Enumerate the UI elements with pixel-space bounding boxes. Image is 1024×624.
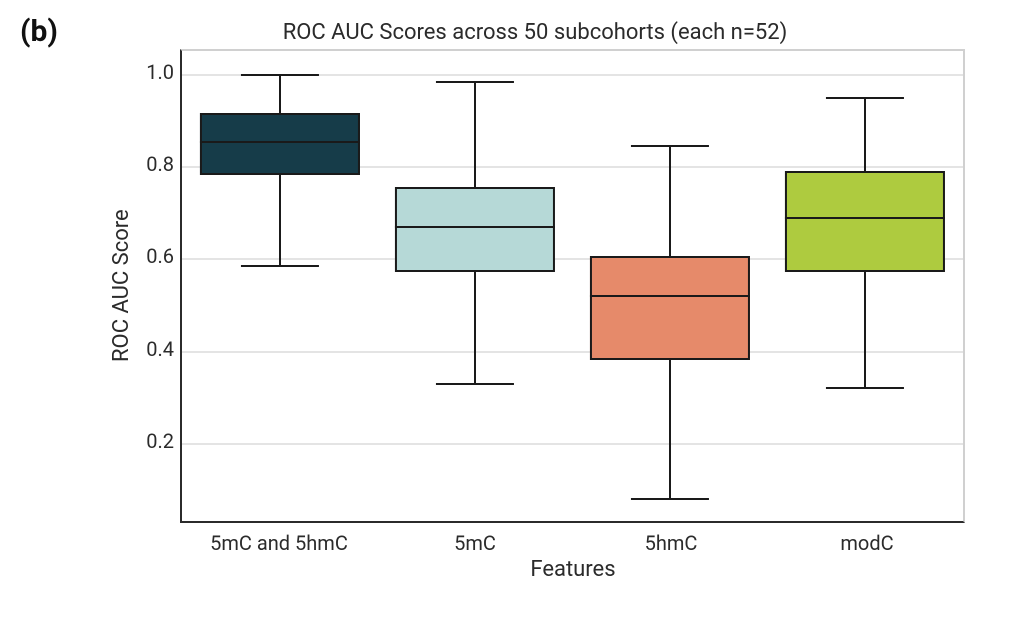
whisker-cap-upper (241, 74, 319, 76)
box-slot (182, 51, 377, 521)
y-axis-ticks: 0.2 0.4 0.6 0.8 1.0 (134, 49, 180, 519)
box (785, 171, 945, 272)
x-tick-label: 5hmC (573, 523, 769, 555)
box-slot (573, 51, 768, 521)
whisker-cap-upper (631, 145, 709, 147)
y-tick-label: 1.0 (146, 60, 174, 84)
y-axis-label: ROC AUC Score (105, 49, 134, 523)
whisker-lower (474, 272, 476, 383)
median-line (395, 226, 555, 228)
y-tick-label: 0.4 (146, 337, 174, 361)
box (590, 256, 750, 360)
whisker-cap-upper (826, 97, 904, 99)
whisker-cap-lower (631, 498, 709, 500)
boxplot-chart: ROC AUC Scores across 50 subcohorts (eac… (105, 20, 965, 590)
median-line (785, 217, 945, 219)
median-line (590, 295, 750, 297)
x-tick-label: 5mC and 5hmC (181, 523, 377, 555)
box-slot (377, 51, 572, 521)
median-line (200, 141, 360, 143)
x-tick-label: modC (769, 523, 965, 555)
chart-title: ROC AUC Scores across 50 subcohorts (eac… (105, 20, 965, 45)
panel-label: (b) (20, 14, 58, 49)
whisker-cap-upper (436, 81, 514, 83)
x-axis-ticks: 5mC and 5hmC5mC5hmCmodC (181, 523, 965, 555)
box (200, 113, 360, 175)
whisker-upper (669, 145, 671, 256)
box-slot (768, 51, 963, 521)
y-tick-label: 0.2 (146, 429, 174, 453)
plot-wrap: ROC AUC Score 0.2 0.4 0.6 0.8 1.0 (105, 49, 965, 523)
whisker-upper (474, 81, 476, 187)
whisker-cap-lower (826, 387, 904, 389)
whisker-cap-lower (241, 265, 319, 267)
whisker-cap-lower (436, 383, 514, 385)
x-tick-label: 5mC (377, 523, 573, 555)
whisker-upper (864, 97, 866, 171)
whisker-lower (864, 272, 866, 387)
y-tick-label: 0.6 (146, 244, 174, 268)
whisker-lower (669, 360, 671, 498)
plot-area (180, 49, 965, 523)
whisker-upper (279, 74, 281, 113)
figure-stage: (b) ROC AUC Scores across 50 subcohorts … (0, 0, 1024, 624)
whisker-lower (279, 175, 281, 265)
y-tick-label: 0.8 (146, 152, 174, 176)
x-axis-label: Features (181, 557, 965, 582)
box (395, 187, 555, 272)
